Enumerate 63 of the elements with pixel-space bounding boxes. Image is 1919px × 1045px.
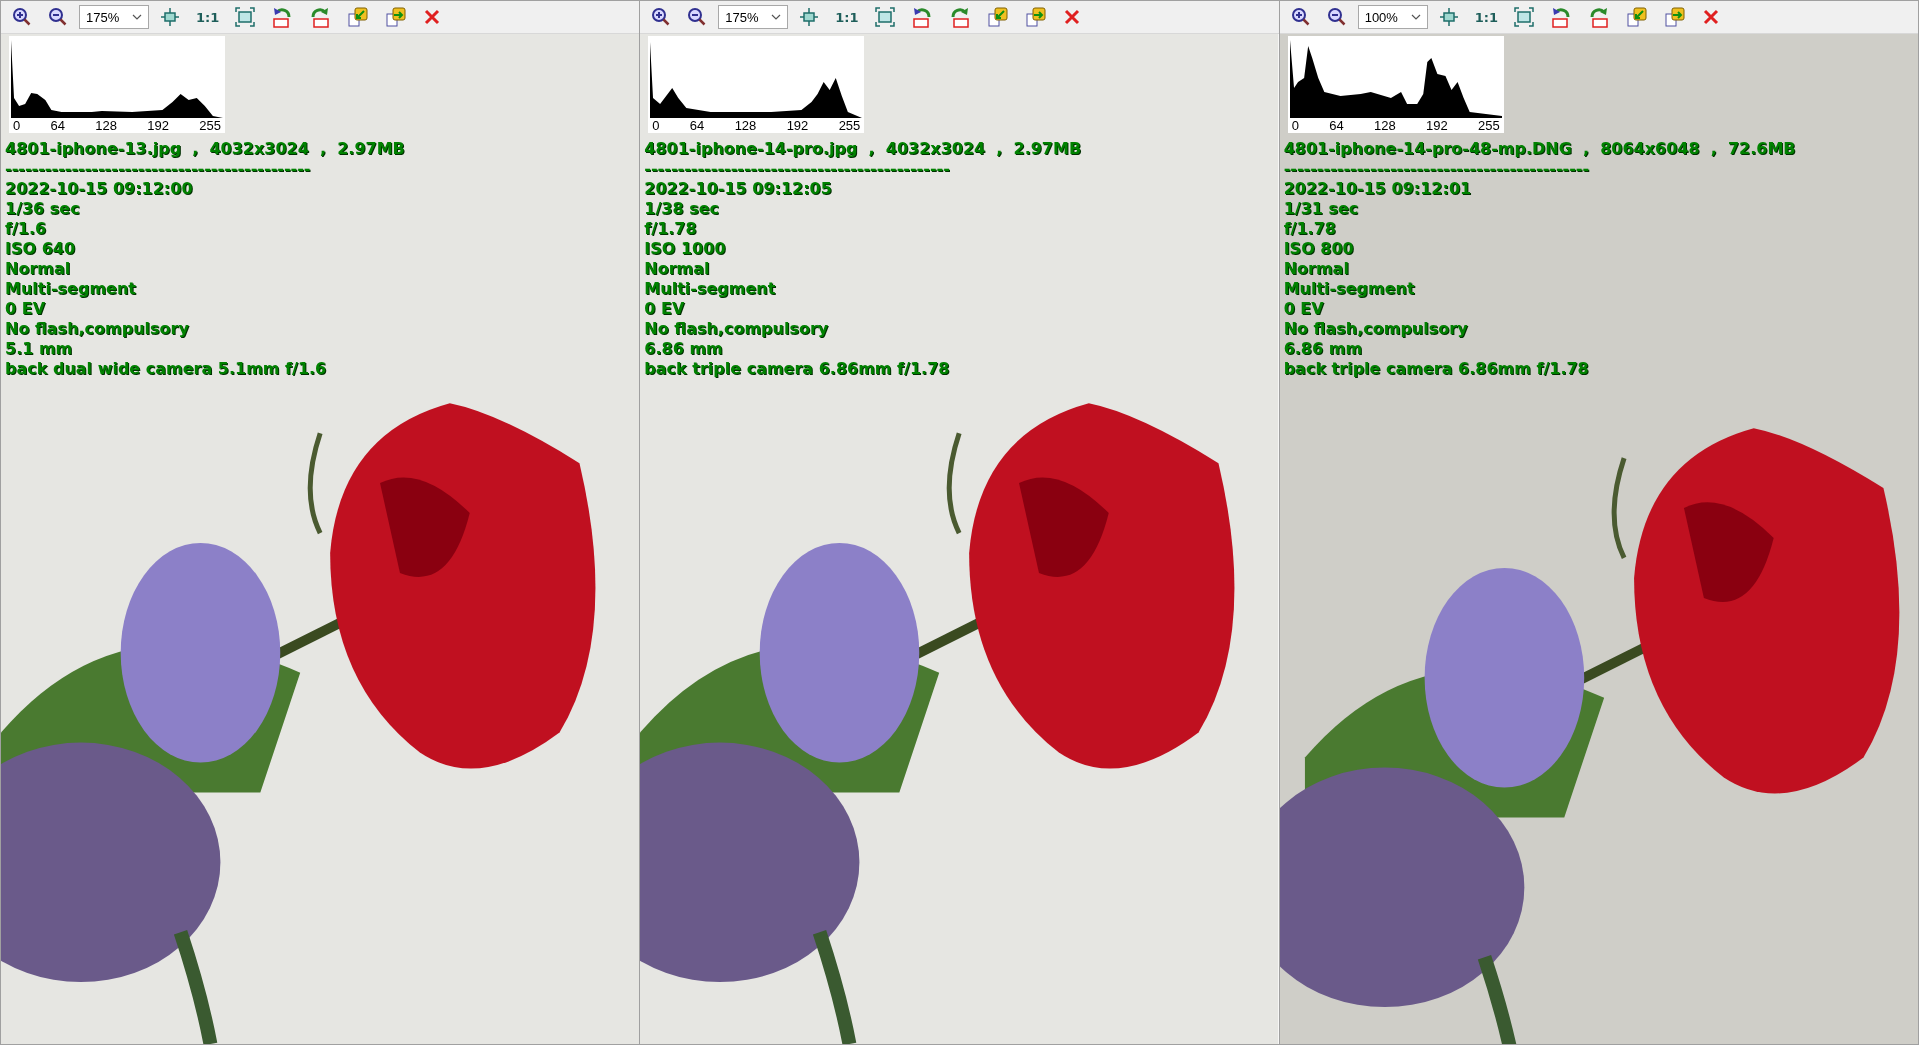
file-info: 4801-iphone-13.jpg , 4032x3024 , 2.97MB [5,139,406,159]
close-icon [1062,8,1081,26]
exif-line: Normal [644,259,711,279]
zoom-dropdown[interactable]: 100% [1357,5,1428,29]
actual-size-button[interactable]: 1:1 [191,7,225,27]
exif-line: Multi-segment [1283,279,1416,299]
histogram-tick-label: 0 [652,118,660,133]
exif-line: 2022-10-15 09:12:00 [5,179,194,199]
exif-line: 2022-10-15 09:12:05 [644,179,833,199]
exif-line: 0 EV [1283,299,1325,319]
file-info: 4801-iphone-14-pro.jpg , 4032x3024 , 2.97MB [644,139,1083,159]
zoom-dropdown[interactable]: 175% [79,5,149,29]
exif-line: back triple camera 6.86mm f/1.78 [644,359,951,379]
histogram-tick-label: 192 [1425,118,1448,133]
histogram-tick-label: 255 [838,118,861,133]
exif-line: 0 EV [644,299,686,319]
exif-line: Multi-segment [5,279,137,299]
histogram-tick-label: 0 [1291,118,1299,133]
close-icon [1701,8,1720,26]
chevron-down-icon [1410,14,1421,20]
histogram-tick-label: 128 [1373,118,1396,133]
actual-size-button[interactable]: 1:1 [1469,7,1503,27]
actual-size-button[interactable]: 1:1 [830,7,864,27]
exif-line: ISO 640 [5,239,77,259]
exif-line: 5.1 mm [5,339,74,359]
file-info: 4801-iphone-14-pro-48-mp.DNG , 8064x6048 , 72.6MB [1283,139,1797,159]
close-icon [423,8,442,26]
exif-line: 6.86 mm [644,339,724,359]
histogram-tick-label: 192 [147,118,169,133]
exif-line: ISO 1000 [644,239,727,259]
exif-line: Normal [1283,259,1350,279]
separator-line: ---------------------------------------------- [644,159,951,179]
zoom-dropdown[interactable]: 175% [718,5,789,29]
histogram-tick-label: 64 [689,118,705,133]
histogram-tick-label: 192 [786,118,809,133]
exif-line: 1/38 sec [644,199,720,219]
exif-line: 2022-10-15 09:12:01 [1283,179,1473,199]
histogram-tick-label: 0 [13,118,21,133]
separator-line: ---------------------------------------------- [5,159,312,179]
histogram-tick-label: 64 [1329,118,1344,133]
exif-line: No flash,compulsory [1283,319,1469,339]
exif-line: f/1.78 [644,219,698,239]
exif-line: No flash,compulsory [644,319,830,339]
exif-line: f/1.6 [5,219,48,239]
exif-line: No flash,compulsory [5,319,190,339]
exif-line: back triple camera 6.86mm f/1.78 [1283,359,1590,379]
exif-line: back dual wide camera 5.1mm f/1.6 [5,359,328,379]
chevron-down-icon [132,14,142,20]
histogram-tick-label: 128 [95,118,117,133]
histogram-tick-label: 128 [734,118,757,133]
histogram-tick-label: 255 [1477,118,1500,133]
chevron-down-icon [771,14,782,20]
exif-line: Normal [5,259,72,279]
histogram-tick-label: 255 [199,118,221,133]
exif-line: 6.86 mm [1283,339,1364,359]
exif-line: 1/31 sec [1283,199,1360,219]
exif-line: ISO 800 [1283,239,1355,259]
exif-line: 1/36 sec [5,199,81,219]
separator-line: ---------------------------------------------- [1283,159,1591,179]
exif-line: Multi-segment [644,279,777,299]
histogram-tick-label: 64 [50,118,65,133]
exif-line: f/1.78 [1283,219,1337,239]
exif-line: 0 EV [5,299,46,319]
